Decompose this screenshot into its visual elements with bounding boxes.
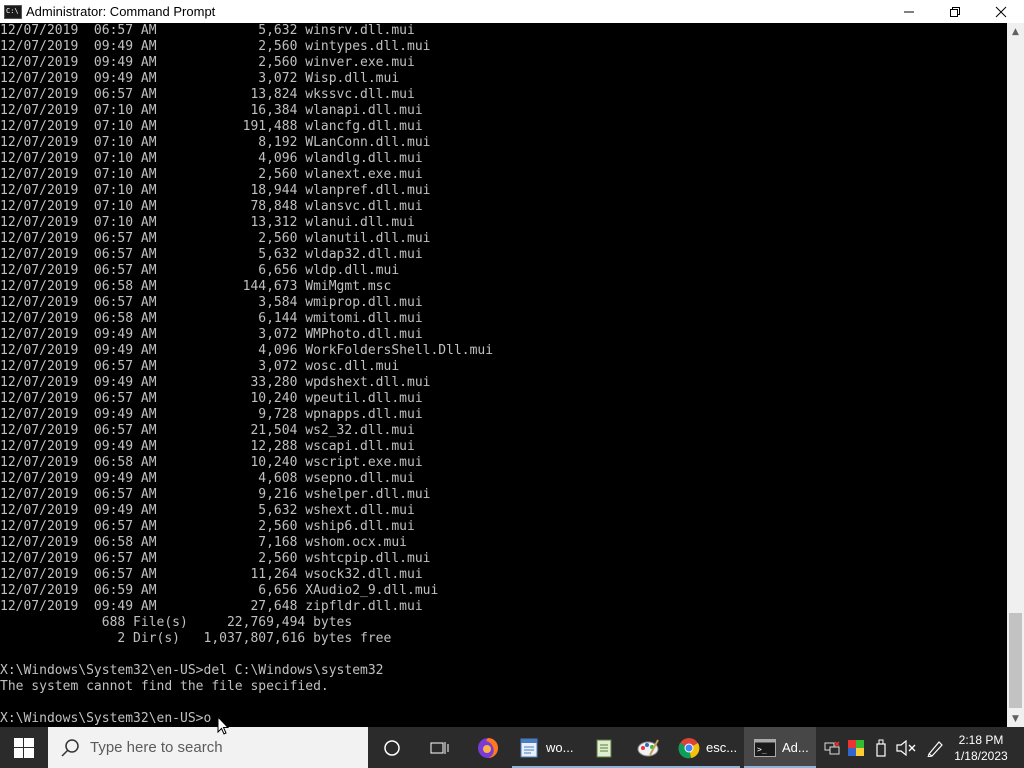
console-line: 12/07/2019 06:58 AM 10,240 wscript.exe.m… [0, 455, 423, 470]
taskbar-app-wordpad[interactable]: wo... [512, 727, 584, 768]
console-line: 12/07/2019 07:10 AM 4,096 wlandlg.dll.mu… [0, 151, 423, 166]
close-button[interactable] [978, 0, 1024, 23]
wordpad-icon [520, 738, 538, 757]
cmd-app-icon[interactable]: C:\ [4, 4, 22, 19]
console-line: 12/07/2019 06:57 AM 11,264 wsock32.dll.m… [0, 567, 423, 582]
console-line: 12/07/2019 06:57 AM 3,584 wmiprop.dll.mu… [0, 295, 423, 310]
console-line: 12/07/2019 07:10 AM 191,488 wlancfg.dll.… [0, 119, 423, 134]
taskbar-app-label: wo... [546, 740, 574, 755]
console-line: 12/07/2019 07:10 AM 16,384 wlanapi.dll.m… [0, 103, 423, 118]
mouse-cursor-icon [217, 716, 229, 735]
taskbar-app-label: Ad... [782, 740, 809, 755]
console-line: 12/07/2019 06:57 AM 9,216 wshelper.dll.m… [0, 487, 431, 502]
taskbar-app-command-prompt[interactable]: >_ Ad... [744, 727, 816, 768]
volume-muted-icon[interactable] [896, 739, 916, 756]
windows-logo-icon [14, 737, 34, 758]
console-line: 688 File(s) 22,769,494 bytes [0, 615, 353, 630]
console-line: 12/07/2019 09:49 AM 2,560 winver.exe.mui [0, 55, 415, 70]
console-line: 12/07/2019 06:57 AM 5,632 winsrv.dll.mui [0, 23, 415, 38]
console-line: 2 Dir(s) 1,037,807,616 bytes free [0, 631, 392, 646]
console-line: The system cannot find the file specifie… [0, 679, 329, 694]
console-line: 12/07/2019 09:49 AM 27,648 zipfldr.dll.m… [0, 599, 423, 614]
vertical-scrollbar[interactable]: ▲ ▼ [1007, 23, 1024, 727]
system-tray [820, 727, 944, 768]
scroll-down-icon[interactable]: ▼ [1007, 710, 1024, 727]
minimize-button[interactable] [886, 0, 932, 23]
restore-button[interactable] [932, 0, 978, 23]
firefox-icon [478, 737, 498, 758]
scroll-thumb[interactable] [1009, 613, 1022, 708]
console-line: 12/07/2019 06:57 AM 21,504 ws2_32.dll.mu… [0, 423, 415, 438]
firefox-taskbar-button[interactable] [464, 727, 512, 768]
minimize-icon [904, 11, 914, 12]
console-line: X:\Windows\System32\en-US>del C:\Windows… [0, 663, 384, 678]
cortana-button[interactable] [368, 727, 416, 768]
task-view-icon [430, 741, 449, 754]
console-line: 12/07/2019 07:10 AM 2,560 wlanext.exe.mu… [0, 167, 423, 182]
console-line: 12/07/2019 06:57 AM 2,560 wship6.dll.mui [0, 519, 415, 534]
scroll-up-icon[interactable]: ▲ [1007, 23, 1024, 40]
taskbar-app-notepad[interactable] [580, 727, 628, 768]
notepad-icon [596, 739, 612, 757]
taskbar-app-label: esc... [706, 740, 738, 755]
task-view-button[interactable] [416, 727, 464, 768]
console-output[interactable]: 12/07/2019 06:57 AM 5,632 winsrv.dll.mui… [0, 23, 1007, 727]
console-line: 12/07/2019 09:49 AM 33,280 wpdshext.dll.… [0, 375, 431, 390]
console-line: 12/07/2019 09:49 AM 4,608 wsepno.dll.mui [0, 471, 415, 486]
chrome-icon [678, 737, 700, 758]
console-line: 12/07/2019 06:57 AM 5,632 wldap32.dll.mu… [0, 247, 423, 262]
title-bar[interactable]: C:\ Administrator: Command Prompt [0, 0, 1024, 23]
console-lines: 12/07/2019 06:57 AM 5,632 winsrv.dll.mui… [0, 23, 493, 727]
console-line: 12/07/2019 09:49 AM 5,632 wshext.dll.mui [0, 503, 415, 518]
start-button[interactable] [0, 727, 48, 768]
clock[interactable]: 2:18 PM 1/18/2023 [944, 727, 1018, 768]
console-line: 12/07/2019 06:57 AM 2,560 wlanutil.dll.m… [0, 231, 431, 246]
console-line: 12/07/2019 06:59 AM 6,656 XAudio2_9.dll.… [0, 583, 439, 598]
network-icon[interactable] [824, 740, 840, 756]
search-placeholder: Type here to search [90, 739, 223, 756]
usb-icon[interactable] [874, 739, 888, 757]
console-line: 12/07/2019 06:57 AM 2,560 wshtcpip.dll.m… [0, 551, 431, 566]
console-line: 12/07/2019 07:10 AM 8,192 WLanConn.dll.m… [0, 135, 431, 150]
console-line: 12/07/2019 06:58 AM 144,673 WmiMgmt.msc [0, 279, 392, 294]
close-icon [995, 6, 1007, 17]
color-icon[interactable] [848, 739, 864, 756]
console-line: 12/07/2019 06:57 AM 10,240 wpeutil.dll.m… [0, 391, 423, 406]
console-line: 12/07/2019 09:49 AM 3,072 Wisp.dll.mui [0, 71, 400, 86]
console-line: 12/07/2019 07:10 AM 78,848 wlansvc.dll.m… [0, 199, 423, 214]
console-line: 12/07/2019 09:49 AM 12,288 wscapi.dll.mu… [0, 439, 415, 454]
restore-icon [950, 6, 960, 17]
paint-icon [637, 739, 659, 756]
console-line: 12/07/2019 09:49 AM 4,096 WorkFoldersShe… [0, 343, 494, 358]
console-line: 12/07/2019 06:57 AM 3,072 wosc.dll.mui [0, 359, 400, 374]
taskbar: Type here to search wo... esc... >_ Ad..… [0, 727, 1024, 768]
console-line: 12/07/2019 06:58 AM 6,144 wmitomi.dll.mu… [0, 311, 423, 326]
console-line: 12/07/2019 06:58 AM 7,168 wshom.ocx.mui [0, 535, 407, 550]
svg-text:>_: >_ [757, 745, 767, 754]
search-box[interactable]: Type here to search [48, 727, 368, 768]
search-icon [61, 738, 79, 757]
console-line: 12/07/2019 09:49 AM 3,072 WMPhoto.dll.mu… [0, 327, 423, 342]
console-line: 12/07/2019 09:49 AM 2,560 wintypes.dll.m… [0, 39, 431, 54]
console-line: 12/07/2019 07:10 AM 18,944 wlanpref.dll.… [0, 183, 431, 198]
show-desktop-button[interactable] [1018, 727, 1024, 768]
console-line: 12/07/2019 09:49 AM 9,728 wpnapps.dll.mu… [0, 407, 423, 422]
pen-icon[interactable] [926, 739, 944, 757]
taskbar-app-paint[interactable] [624, 727, 672, 768]
console-line: 12/07/2019 06:57 AM 6,656 wldp.dll.mui [0, 263, 400, 278]
console-line: X:\Windows\System32\en-US>o [0, 711, 212, 726]
taskbar-app-chrome[interactable]: esc... [668, 727, 740, 768]
clock-time: 2:18 PM [958, 732, 1004, 747]
cortana-icon [384, 739, 400, 756]
clock-date: 1/18/2023 [954, 748, 1008, 763]
console-line: 12/07/2019 06:57 AM 13,824 wkssvc.dll.mu… [0, 87, 415, 102]
window-title: Administrator: Command Prompt [26, 4, 216, 19]
cmd-icon: >_ [754, 738, 776, 757]
console-line: 12/07/2019 07:10 AM 13,312 wlanui.dll.mu… [0, 215, 415, 230]
